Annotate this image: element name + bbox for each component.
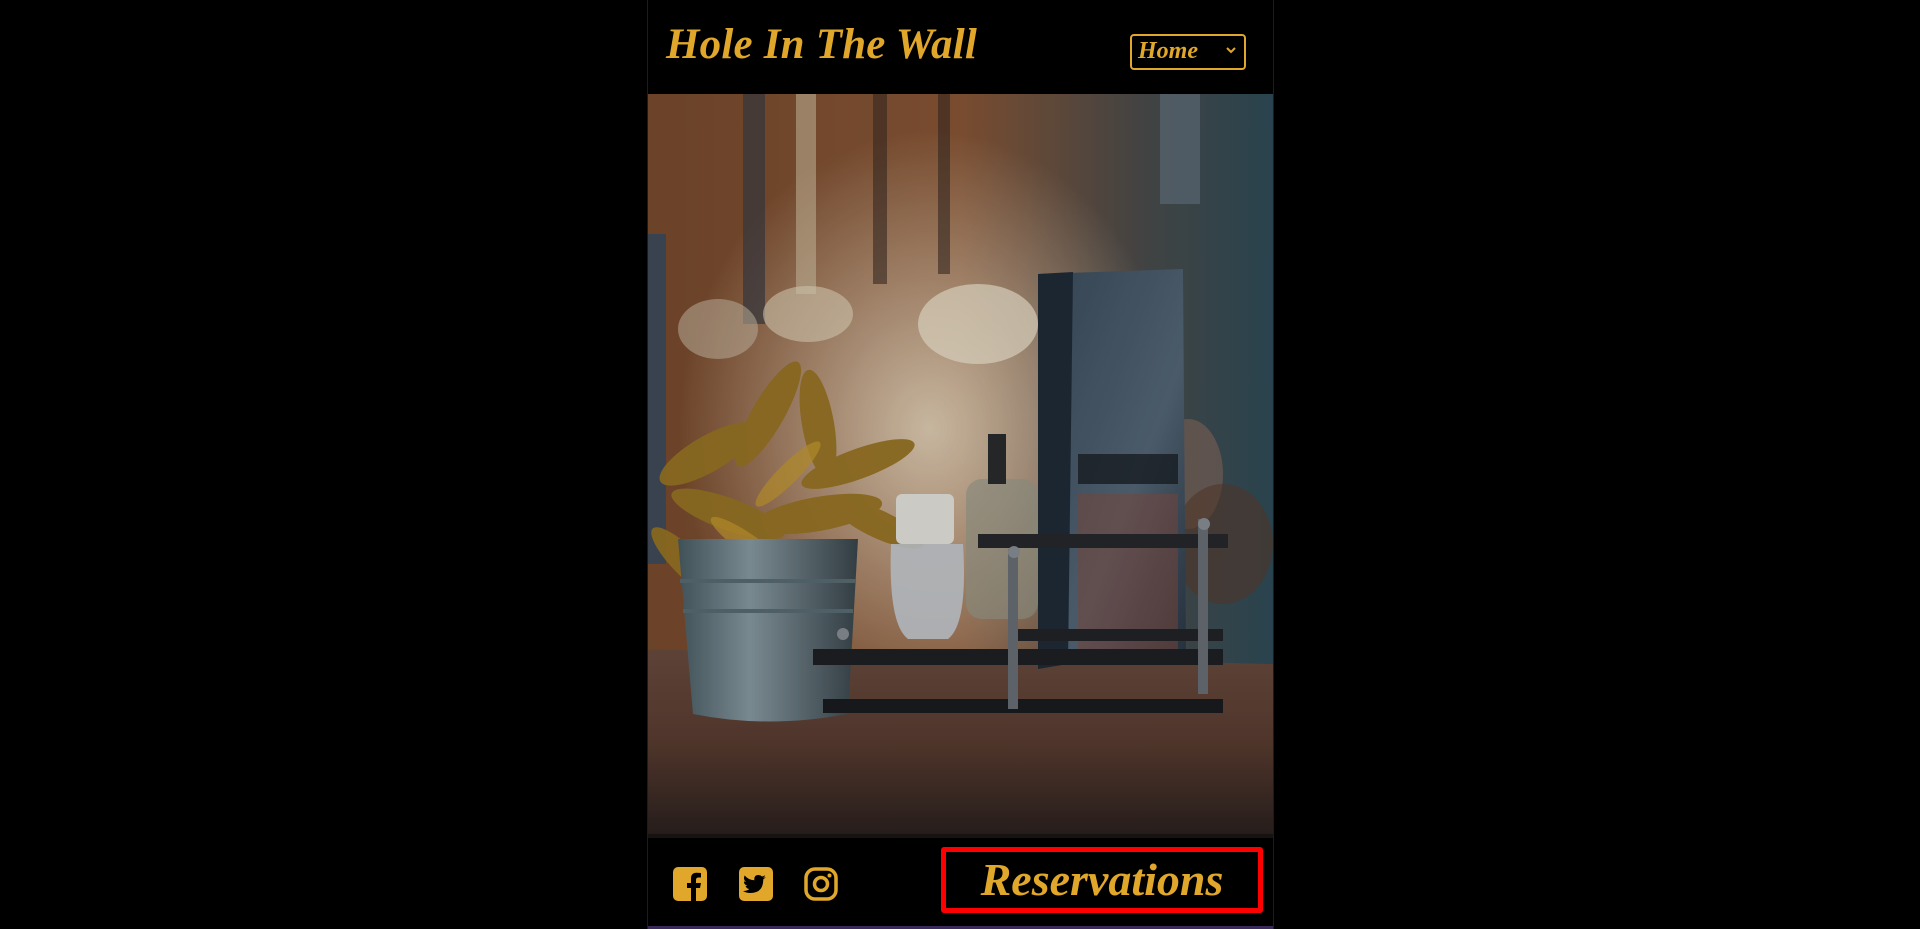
page-frame: Hole In The Wall Home Reservations	[647, 0, 1274, 929]
instagram-icon[interactable]	[803, 866, 839, 902]
hero-image	[648, 94, 1273, 838]
facebook-icon[interactable]	[672, 866, 708, 902]
brand-title[interactable]: Hole In The Wall	[666, 20, 977, 69]
restaurant-table-photo	[648, 94, 1273, 838]
reservations-button[interactable]: Reservations	[941, 847, 1263, 913]
chevron-down-icon	[1226, 47, 1236, 54]
site-header: Hole In The Wall Home	[648, 0, 1273, 94]
nav-dropdown[interactable]: Home	[1130, 34, 1246, 70]
site-footer: Reservations	[648, 838, 1273, 929]
nav-dropdown-value: Home	[1138, 38, 1198, 64]
twitter-icon[interactable]	[738, 866, 774, 902]
